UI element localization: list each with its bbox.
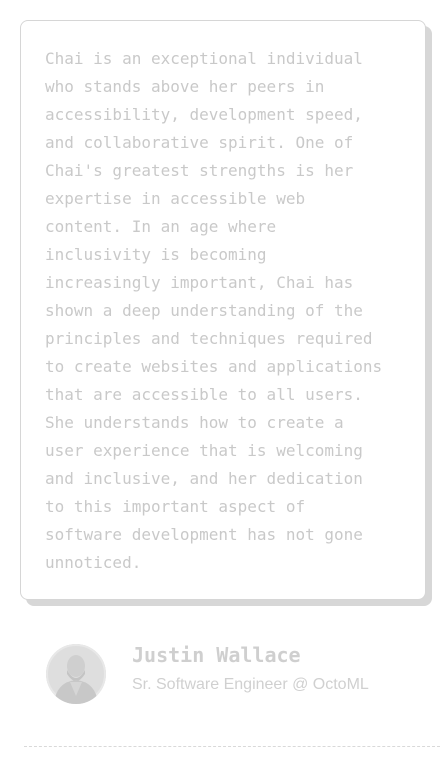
quote-line: accessibility, development speed, bbox=[45, 105, 363, 124]
testimonial-quote: Chai is an exceptional individual who st… bbox=[45, 45, 405, 577]
quote-line: to create websites and applications bbox=[45, 357, 383, 376]
section-divider bbox=[24, 746, 440, 747]
quote-line: user experience that is welcoming bbox=[45, 441, 363, 460]
quote-line: inclusivity is becoming bbox=[45, 245, 267, 264]
quote-line: unnoticed. bbox=[45, 553, 142, 572]
quote-line: to this important aspect of bbox=[45, 497, 306, 516]
quote-line: who stands above her peers in bbox=[45, 77, 325, 96]
author-name: Justin Wallace bbox=[132, 643, 301, 667]
testimonial-card: Chai is an exceptional individual who st… bbox=[20, 20, 426, 600]
quote-line: She understands how to create a bbox=[45, 413, 344, 432]
quote-line: principles and techniques required bbox=[45, 329, 373, 348]
quote-line: that are accessible to all users. bbox=[45, 385, 363, 404]
quote-line: and inclusive, and her dedication bbox=[45, 469, 363, 488]
author-block: Justin Wallace Sr. Software Engineer @ O… bbox=[46, 643, 406, 704]
person-photo-icon bbox=[46, 644, 106, 704]
quote-line: expertise in accessible web bbox=[45, 189, 306, 208]
quote-line: content. In an age where bbox=[45, 217, 277, 236]
author-title: Sr. Software Engineer @ OctoML bbox=[132, 676, 369, 693]
quote-line: Chai is an exceptional individual bbox=[45, 49, 363, 68]
author-avatar bbox=[46, 644, 106, 704]
quote-line: increasingly important, Chai has bbox=[45, 273, 354, 292]
quote-line: and collaborative spirit. One of bbox=[45, 133, 354, 152]
quote-line: shown a deep understanding of the bbox=[45, 301, 363, 320]
quote-line: Chai's greatest strengths is her bbox=[45, 161, 354, 180]
quote-line: software development has not gone bbox=[45, 525, 363, 544]
